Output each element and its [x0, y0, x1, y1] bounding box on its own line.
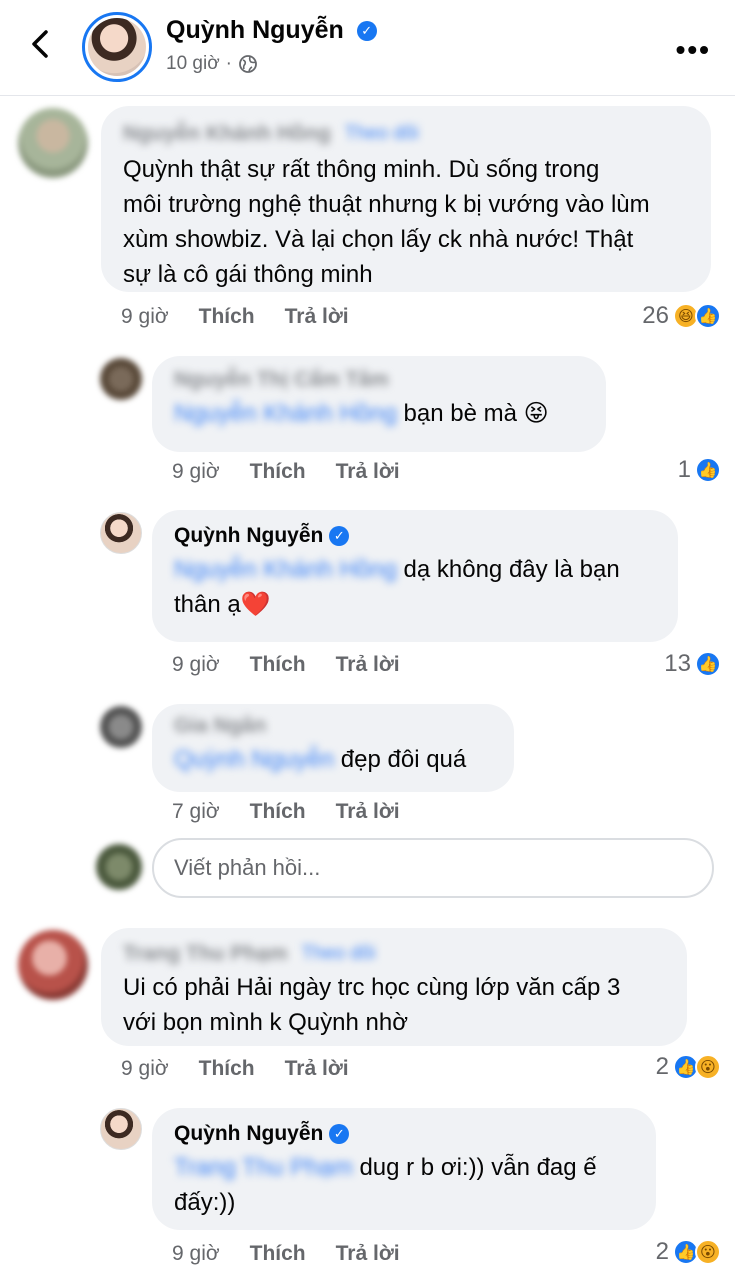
reply-input[interactable]: Viết phản hồi...	[152, 838, 714, 898]
comment-text: Quỳnh thật sự rất thông minh. Dù sống tr…	[123, 156, 650, 288]
like-reaction-icon: 👍	[695, 651, 721, 677]
comment-actions: 9 giờ Thích Trả lời	[172, 460, 400, 484]
commenter-name[interactable]: Nguyễn Khánh Hồng	[123, 122, 331, 146]
commenter-avatar[interactable]	[100, 358, 142, 400]
mention-link[interactable]: Nguyễn Khánh Hồng	[174, 556, 397, 583]
comment-actions: 9 giờ Thích Trả lời	[121, 305, 349, 329]
wow-reaction-icon: 😮	[695, 1054, 721, 1080]
comment-time[interactable]: 7 giờ	[172, 800, 220, 824]
commenter-name[interactable]: Gia Ngân	[174, 714, 266, 738]
verified-badge-icon: ✓	[356, 21, 377, 42]
commenter-avatar[interactable]	[100, 512, 142, 554]
like-button[interactable]: Thích	[250, 460, 306, 484]
reaction-summary[interactable]: 2 👍 😮	[656, 1238, 721, 1266]
reaction-summary[interactable]: 13 👍	[664, 650, 721, 678]
like-reaction-icon: 👍	[695, 457, 721, 483]
comment-bubble: Nguyễn Khánh Hồng Theo dõi Quỳnh thật sự…	[101, 106, 711, 292]
comment-time[interactable]: 9 giờ	[121, 305, 169, 329]
post-meta: 10 giờ ·	[166, 53, 258, 75]
reply-button[interactable]: Trả lời	[336, 1242, 400, 1266]
comment-text: Nguyễn Khánh Hồng dạ không đây là bạn th…	[174, 556, 620, 618]
comment-text: Quỳnh Nguyễn đẹp đôi quá	[174, 746, 467, 773]
comment-bubble: Gia Ngân Quỳnh Nguyễn đẹp đôi quá	[152, 704, 514, 792]
reply-button[interactable]: Trả lời	[336, 800, 400, 824]
comment-actions: 9 giờ Thích Trả lời	[172, 1242, 400, 1266]
comment-actions: 7 giờ Thích Trả lời	[172, 800, 400, 824]
comment-bubble: Quỳnh Nguyễn ✓ Nguyễn Khánh Hồng dạ khôn…	[152, 510, 678, 642]
comment-actions: 9 giờ Thích Trả lời	[121, 1057, 349, 1081]
reply-button[interactable]: Trả lời	[285, 1057, 349, 1081]
like-button[interactable]: Thích	[250, 800, 306, 824]
like-button[interactable]: Thích	[250, 653, 306, 677]
like-button[interactable]: Thích	[199, 305, 255, 329]
commenter-name[interactable]: Trang Thu Phạm	[123, 942, 288, 966]
comment-text: Nguyễn Khánh Hồng bạn bè mà 😝	[174, 400, 549, 427]
commenter-name[interactable]: Nguyễn Thị Cẩm Tâm	[174, 368, 389, 392]
comment-text: Trang Thu Phạm dug r b ơi:)) vẫn đag ế đ…	[174, 1154, 597, 1216]
mention-link[interactable]: Quỳnh Nguyễn	[174, 746, 334, 773]
commenter-avatar[interactable]	[18, 108, 88, 178]
author-name[interactable]: Quỳnh Nguyễn ✓	[166, 16, 377, 45]
reaction-summary[interactable]: 2 👍 😮	[656, 1053, 721, 1081]
comment-time[interactable]: 9 giờ	[121, 1057, 169, 1081]
comment-time[interactable]: 9 giờ	[172, 653, 220, 677]
follow-link[interactable]: Theo dõi	[345, 123, 419, 145]
reaction-summary[interactable]: 26 😆 👍	[642, 302, 721, 330]
comment-actions: 9 giờ Thích Trả lời	[172, 653, 400, 677]
reaction-summary[interactable]: 1 👍	[678, 456, 721, 484]
mention-link[interactable]: Trang Thu Phạm	[174, 1154, 353, 1181]
comment-text: Ui có phải Hải ngày trc học cùng lớp văn…	[123, 974, 621, 1036]
reply-button[interactable]: Trả lời	[336, 653, 400, 677]
verified-badge-icon: ✓	[329, 1124, 350, 1144]
like-button[interactable]: Thích	[250, 1242, 306, 1266]
mention-link[interactable]: Nguyễn Khánh Hồng	[174, 400, 397, 427]
globe-icon	[239, 55, 257, 73]
reply-button[interactable]: Trả lời	[285, 305, 349, 329]
back-arrow-icon[interactable]	[22, 24, 62, 64]
reply-button[interactable]: Trả lời	[336, 460, 400, 484]
comment-time[interactable]: 9 giờ	[172, 460, 220, 484]
commenter-name[interactable]: Quỳnh Nguyễn	[174, 524, 323, 548]
wow-reaction-icon: 😮	[695, 1239, 721, 1265]
comment-time[interactable]: 9 giờ	[172, 1242, 220, 1266]
comment-bubble: Trang Thu Phạm Theo dõi Ui có phải Hải n…	[101, 928, 687, 1046]
follow-link[interactable]: Theo dõi	[302, 943, 376, 965]
more-options-icon[interactable]: •••	[676, 34, 711, 66]
comment-bubble: Nguyễn Thị Cẩm Tâm Nguyễn Khánh Hồng bạn…	[152, 356, 606, 452]
commenter-avatar[interactable]	[18, 930, 88, 1000]
like-button[interactable]: Thích	[199, 1057, 255, 1081]
post-header: Quỳnh Nguyễn ✓ 10 giờ · •••	[0, 0, 735, 96]
comment-bubble: Quỳnh Nguyễn ✓ Trang Thu Phạm dug r b ơi…	[152, 1108, 656, 1230]
post-time[interactable]: 10 giờ	[166, 53, 220, 75]
author-avatar[interactable]	[82, 12, 152, 82]
like-reaction-icon: 👍	[695, 303, 721, 329]
verified-badge-icon: ✓	[329, 526, 350, 546]
commenter-avatar[interactable]	[100, 706, 142, 748]
commenter-avatar[interactable]	[100, 1108, 142, 1150]
current-user-avatar	[96, 844, 142, 890]
commenter-name[interactable]: Quỳnh Nguyễn	[174, 1122, 323, 1146]
